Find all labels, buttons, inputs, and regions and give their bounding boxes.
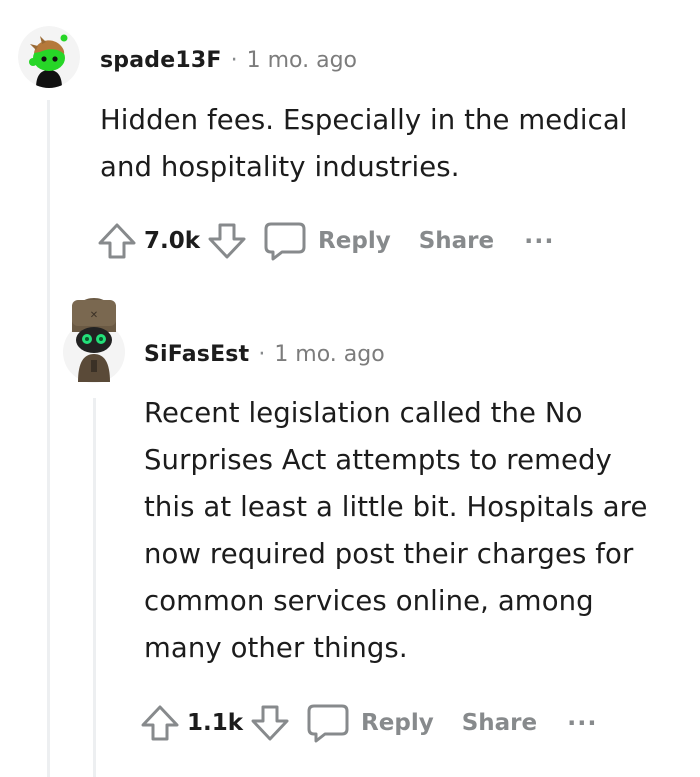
comment-body-line: and hospitality industries. xyxy=(100,151,460,183)
username[interactable]: spade13F xyxy=(100,48,222,73)
comment-body-line: common services online, among xyxy=(144,585,594,617)
svg-text:✕: ✕ xyxy=(90,310,98,321)
meta-separator: · xyxy=(230,47,238,73)
comment-body: Recent legislation called the No Surpris… xyxy=(144,390,694,672)
more-options-button[interactable]: ··· xyxy=(567,709,597,737)
vote-score: 7.0k xyxy=(144,228,201,254)
comment-body-line: Hidden fees. Especially in the medical xyxy=(100,104,628,136)
snoo-avatar-green-icon xyxy=(18,26,80,88)
speech-bubble-icon xyxy=(264,222,306,261)
comment-body: Hidden fees. Especially in the medical a… xyxy=(100,97,690,191)
thread-line[interactable] xyxy=(47,100,50,777)
comment-body-line: Surprises Act attempts to remedy xyxy=(144,444,612,476)
comment-body-line: this at least a little bit. Hospitals ar… xyxy=(144,491,648,523)
reply-button[interactable]: Reply xyxy=(305,702,434,744)
reply-label: Reply xyxy=(361,710,434,736)
comment-meta: spade13F · 1 mo. ago xyxy=(100,44,357,76)
reply-button[interactable]: Reply xyxy=(262,220,391,262)
arrow-up-icon xyxy=(98,223,136,259)
arrow-up-icon xyxy=(141,705,179,741)
meta-separator: · xyxy=(258,341,266,367)
user-avatar[interactable] xyxy=(18,26,80,88)
user-avatar[interactable]: ✕ xyxy=(62,292,126,384)
timestamp[interactable]: 1 mo. ago xyxy=(274,342,384,367)
username[interactable]: SiFasEst xyxy=(144,342,249,367)
upvote-button[interactable] xyxy=(96,221,138,261)
arrow-down-icon xyxy=(251,705,289,741)
comment-actions: 1.1k Reply Share ··· xyxy=(139,699,597,747)
timestamp[interactable]: 1 mo. ago xyxy=(247,48,357,73)
comment-body-line: many other things. xyxy=(144,632,408,664)
comment-actions: 7.0k Reply Share ··· xyxy=(96,217,554,265)
share-button[interactable]: Share xyxy=(419,228,494,254)
speech-bubble-icon xyxy=(307,704,349,743)
upvote-button[interactable] xyxy=(139,703,181,743)
more-options-button[interactable]: ··· xyxy=(524,227,554,255)
share-button[interactable]: Share xyxy=(462,710,537,736)
reply-label: Reply xyxy=(318,228,391,254)
downvote-button[interactable] xyxy=(249,703,291,743)
vote-score: 1.1k xyxy=(187,710,244,736)
arrow-down-icon xyxy=(208,223,246,259)
comment-body-line: now required post their charges for xyxy=(144,538,634,570)
comment-meta: SiFasEst · 1 mo. ago xyxy=(144,338,385,370)
thread-line[interactable] xyxy=(93,398,96,777)
snoo-avatar-goggles-icon: ✕ xyxy=(63,298,125,383)
comment-body-line: Recent legislation called the No xyxy=(144,397,583,429)
downvote-button[interactable] xyxy=(206,221,248,261)
